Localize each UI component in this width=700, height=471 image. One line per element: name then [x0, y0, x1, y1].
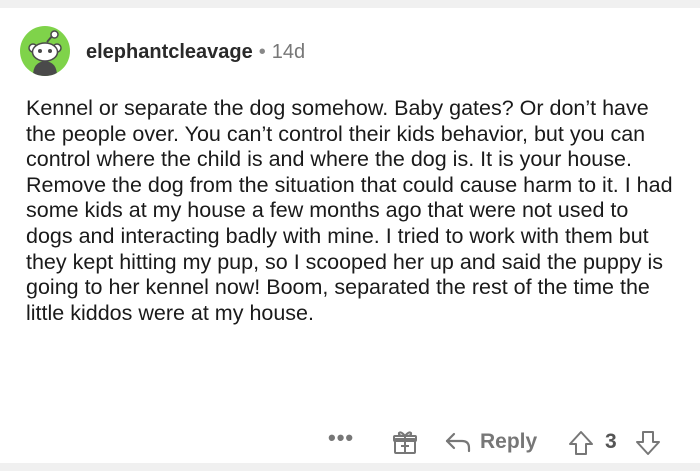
- meta-separator: •: [258, 41, 266, 63]
- arrow-down-icon[interactable]: [634, 429, 662, 462]
- arrow-up-icon[interactable]: [567, 429, 595, 462]
- username-link[interactable]: elephantcleavage: [86, 41, 253, 63]
- reply-label: Reply: [480, 430, 538, 453]
- comment-actions: ••• Reply 3: [0, 425, 700, 465]
- comment-card: elephantcleavage • 14d Kennel or separate …: [0, 8, 700, 463]
- snoo-avatar-icon: [28, 30, 62, 76]
- vote-score: 3: [605, 430, 617, 453]
- more-options-button[interactable]: •••: [328, 425, 354, 451]
- comment-body: Kennel or separate the dog somehow. Baby…: [26, 96, 673, 325]
- gift-icon[interactable]: [392, 430, 418, 461]
- avatar[interactable]: [20, 26, 70, 76]
- comment-age: 14d: [271, 41, 306, 63]
- reply-button[interactable]: Reply: [444, 427, 537, 457]
- reply-arrow-icon: [445, 432, 471, 453]
- comment-meta: elephantcleavage • 14d: [86, 40, 305, 64]
